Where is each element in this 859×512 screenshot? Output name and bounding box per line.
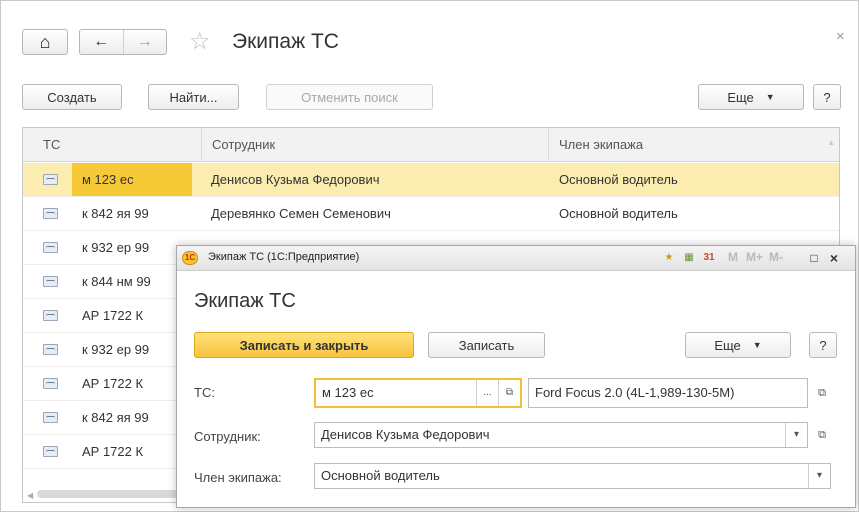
dialog-caption: Экипаж ТС (1С:Предприятие) — [208, 251, 360, 263]
cell-ts: к 932 ер 99 — [82, 342, 150, 357]
more-label: Еще — [727, 89, 754, 105]
cell-role: Основной водитель — [559, 206, 678, 221]
home-button[interactable]: ⌂ — [22, 29, 68, 55]
save-button[interactable]: Записать — [428, 332, 545, 358]
dialog-titlebar[interactable]: 1С Экипаж ТС (1С:Предприятие) ★ ▦ 31 M M… — [177, 246, 855, 271]
cell-employee: Денисов Кузьма Федорович — [211, 172, 380, 187]
ellipsis-icon[interactable]: ... — [476, 380, 498, 406]
ts-label: ТС: — [194, 385, 215, 400]
cell-ts: к 932 ер 99 — [82, 240, 150, 255]
cell-ts: АР 1722 К — [82, 444, 144, 459]
chevron-down-icon[interactable]: ▾ — [808, 464, 830, 488]
maximize-icon[interactable]: □ — [807, 251, 821, 265]
find-button[interactable]: Найти... — [148, 84, 239, 110]
column-header-employee[interactable]: Сотрудник — [201, 128, 275, 162]
close-icon[interactable]: × — [836, 28, 845, 45]
vehicle-icon — [43, 446, 58, 457]
home-icon: ⌂ — [39, 31, 51, 52]
employee-label: Сотрудник: — [194, 429, 261, 444]
cell-ts: к 842 яя 99 — [82, 410, 149, 425]
calendar-icon[interactable]: 31 — [702, 251, 716, 265]
dialog-more-button[interactable]: Еще ▼ — [685, 332, 791, 358]
role-label: Член экипажа: — [194, 470, 282, 485]
role-field-value: Основной водитель — [321, 468, 440, 483]
cell-ts: АР 1722 К — [82, 308, 144, 323]
memory-mplus-button[interactable]: M+ — [746, 250, 763, 264]
column-header-ts[interactable]: ТС — [33, 128, 60, 162]
help-button[interactable]: ? — [813, 84, 841, 110]
dialog-more-label: Еще — [714, 337, 741, 353]
cell-ts: к 844 нм 99 — [82, 274, 151, 289]
table-header: ТС Сотрудник Член экипажа — [23, 128, 839, 162]
memory-m-button[interactable]: M — [728, 250, 738, 264]
dialog-help-button[interactable]: ? — [809, 332, 837, 358]
open-icon[interactable]: ⧉ — [811, 380, 833, 406]
save-and-close-button[interactable]: Записать и закрыть — [194, 332, 414, 358]
vehicle-icon — [43, 174, 58, 185]
chevron-down-icon: ▼ — [765, 92, 775, 102]
employee-field-value: Денисов Кузьма Федорович — [321, 427, 490, 442]
scroll-left-icon[interactable]: ◀ — [27, 491, 33, 500]
favorite-icon[interactable]: ★ — [662, 251, 676, 265]
cell-ts: к 842 яя 99 — [82, 206, 149, 221]
chevron-down-icon[interactable]: ▾ — [785, 423, 807, 447]
horizontal-scrollbar[interactable] — [37, 490, 187, 498]
scroll-up-icon[interactable]: ▲ — [827, 138, 835, 147]
column-header-role[interactable]: Член экипажа — [548, 128, 643, 162]
vehicle-icon — [43, 208, 58, 219]
vehicle-icon — [43, 378, 58, 389]
more-button[interactable]: Еще ▼ — [698, 84, 804, 110]
page-title: Экипаж ТС — [232, 30, 339, 53]
vehicle-icon — [43, 242, 58, 253]
open-icon[interactable]: ⧉ — [811, 422, 833, 448]
vehicle-icon — [43, 344, 58, 355]
back-icon[interactable]: ← — [80, 30, 123, 54]
1c-logo-icon: 1С — [182, 251, 198, 265]
vehicle-icon — [43, 310, 58, 321]
cell-role: Основной водитель — [559, 172, 678, 187]
memory-mminus-button[interactable]: M- — [769, 250, 783, 264]
ts-field[interactable]: м 123 ес ... ⧉ — [314, 378, 522, 408]
crew-dialog: 1С Экипаж ТС (1С:Предприятие) ★ ▦ 31 M M… — [176, 245, 856, 508]
close-icon[interactable]: × — [827, 251, 841, 265]
table-icon[interactable]: ▦ — [682, 251, 696, 265]
table-row[interactable]: к 842 яя 99 Деревянко Семен Семенович Ос… — [23, 197, 839, 231]
create-button[interactable]: Создать — [22, 84, 122, 110]
dialog-title: Экипаж ТС — [194, 290, 296, 312]
ts-field-value: м 123 ес — [322, 385, 374, 400]
table-row[interactable]: м 123 ес Денисов Кузьма Федорович Основн… — [23, 163, 839, 197]
history-nav: ← → — [79, 29, 167, 55]
favorite-star-icon[interactable]: ☆ — [189, 27, 211, 56]
cell-employee: Деревянко Семен Семенович — [211, 206, 391, 221]
ts-description-field: Ford Focus 2.0 (4L-1,989-130-5M) — [528, 378, 808, 408]
chevron-down-icon: ▼ — [752, 340, 762, 350]
cell-ts: АР 1722 К — [82, 376, 144, 391]
cancel-search-button[interactable]: Отменить поиск — [266, 84, 433, 110]
cell-ts: м 123 ес — [72, 163, 192, 196]
vehicle-icon — [43, 412, 58, 423]
employee-field[interactable]: Денисов Кузьма Федорович ▾ — [314, 422, 808, 448]
vehicle-icon — [43, 276, 58, 287]
role-field[interactable]: Основной водитель ▾ — [314, 463, 831, 489]
forward-icon[interactable]: → — [122, 30, 167, 54]
open-icon[interactable]: ⧉ — [498, 380, 520, 406]
